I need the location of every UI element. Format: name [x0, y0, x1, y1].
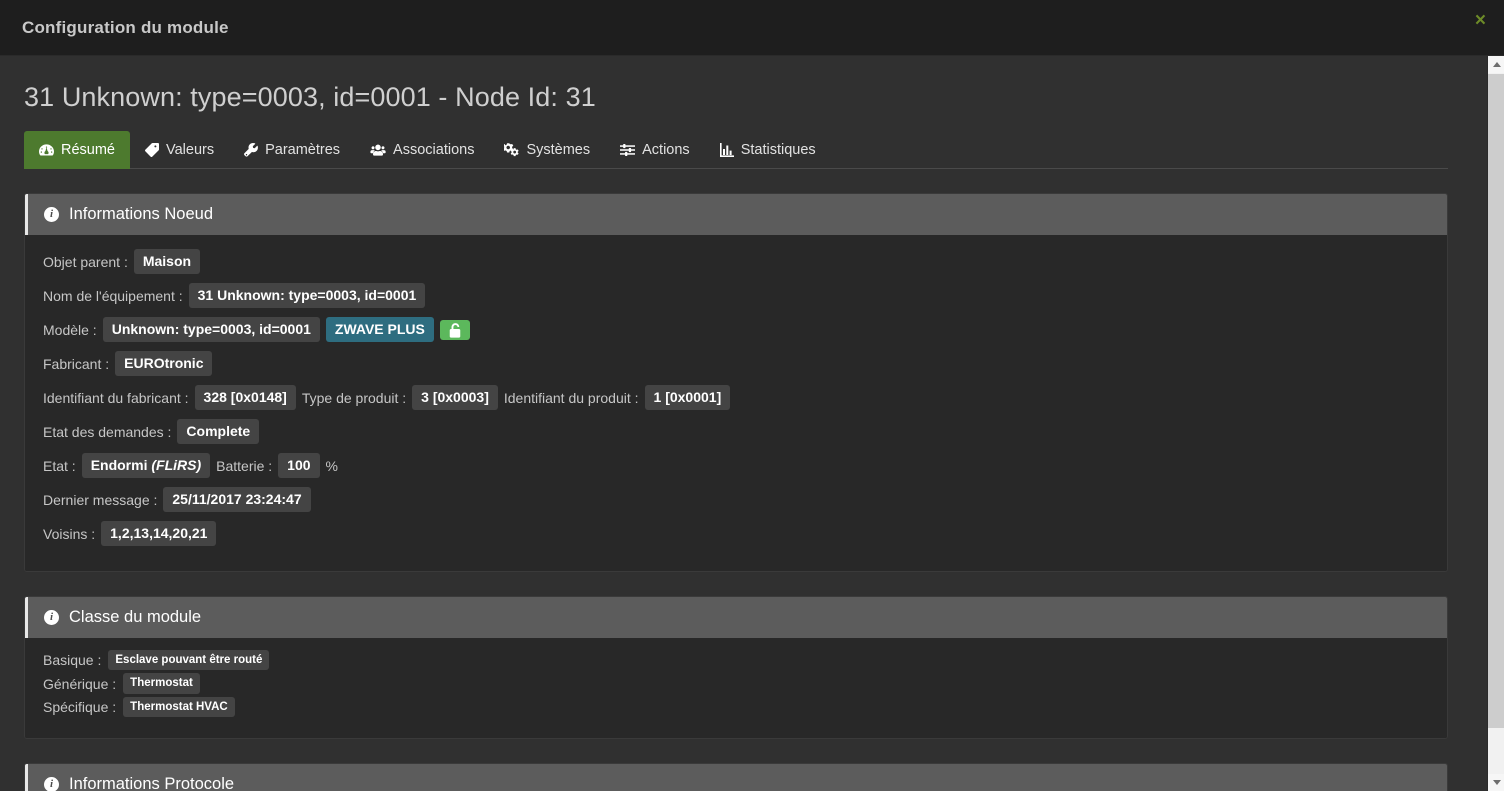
value-model: Unknown: type=0003, id=0001 [102, 316, 320, 343]
value-manufacturer: EUROtronic [115, 350, 213, 377]
row-class-specific: Spécifique : Thermostat HVAC [43, 696, 1429, 718]
label-product-id: Identifiant du produit : [503, 389, 639, 406]
tab-label: Valeurs [166, 142, 215, 158]
modal-title: Configuration du module [22, 17, 229, 37]
value-equipment-name: 31 Unknown: type=0003, id=0001 [188, 282, 426, 309]
value-battery: 100 [278, 452, 320, 479]
tab-label: Actions [642, 142, 690, 158]
row-neighbours: Voisins : 1,2,13,14,20,21 [43, 519, 1429, 548]
tab-statistiques[interactable]: Statistiques [705, 131, 831, 169]
label-product-type: Type de produit : [301, 389, 407, 406]
row-request-state: Etat des demandes : Complete [43, 417, 1429, 446]
value-state-mode: (FLiRS) [151, 456, 202, 473]
value-parent-object: Maison [133, 248, 201, 275]
page-title: 31 Unknown: type=0003, id=0001 - Node Id… [24, 82, 596, 112]
label-manufacturer-id: Identifiant du fabricant : [43, 389, 189, 406]
wrench-icon [244, 143, 258, 157]
panel-heading-label: Classe du module [69, 608, 202, 626]
tab-bar: Résumé Valeurs Paramètres Associations S… [24, 131, 1448, 169]
row-class-basic: Basique : Esclave pouvant être routé [43, 650, 1429, 671]
info-icon: i [44, 777, 59, 791]
label-state: Etat : [43, 457, 76, 474]
panel-body-module-class: Basique : Esclave pouvant être routé Gén… [25, 638, 1447, 739]
tab-label: Statistiques [740, 142, 816, 158]
info-icon: i [44, 610, 59, 625]
row-last-message: Dernier message : 25/11/2017 23:24:47 [43, 485, 1429, 514]
label-equipment-name: Nom de l'équipement : [43, 287, 183, 304]
panel-heading-label: Informations Protocole [69, 775, 235, 791]
label-manufacturer: Fabricant : [43, 355, 110, 372]
scroll-up-button[interactable] [1488, 56, 1504, 73]
tab-valeurs[interactable]: Valeurs [130, 131, 229, 169]
tab-resume[interactable]: Résumé [24, 131, 130, 169]
value-product-id: 1 [0x0001] [644, 384, 731, 411]
value-class-basic: Esclave pouvant être routé [108, 650, 270, 671]
row-class-generic: Générique : Thermostat [43, 673, 1429, 694]
tab-associations[interactable]: Associations [355, 131, 489, 169]
close-button[interactable]: × [1475, 11, 1486, 30]
bar-chart-icon [719, 143, 734, 157]
info-icon: i [44, 207, 59, 222]
value-neighbours: 1,2,13,14,20,21 [101, 520, 217, 547]
panel-module-class: i Classe du module Basique : Esclave pou… [24, 596, 1448, 740]
tab-parametres[interactable]: Paramètres [229, 131, 355, 169]
panel-heading-module-class: i Classe du module [25, 597, 1447, 638]
row-model: Modèle : Unknown: type=0003, id=0001 ZWA… [43, 315, 1429, 344]
value-last-message: 25/11/2017 23:24:47 [163, 486, 311, 513]
unlocked-padlock-icon [439, 319, 470, 340]
label-last-message: Dernier message : [43, 491, 158, 508]
tab-label: Associations [393, 142, 475, 158]
panel-heading-node-information: i Informations Noeud [25, 194, 1447, 235]
tab-systemes[interactable]: Systèmes [489, 131, 605, 169]
panel-heading-label: Informations Noeud [69, 205, 213, 223]
tab-label: Paramètres [265, 142, 341, 158]
panel-node-information: i Informations Noeud Objet parent : Mais… [24, 193, 1448, 572]
value-class-generic: Thermostat [123, 673, 200, 694]
tag-icon [145, 143, 159, 157]
users-icon [370, 143, 386, 157]
label-class-specific: Spécifique : [43, 698, 117, 715]
value-request-state: Complete [177, 418, 260, 445]
chevron-down-icon [1492, 780, 1501, 785]
dashboard-icon [39, 143, 54, 157]
scrollbar-thumb[interactable] [1488, 74, 1504, 728]
label-parent-object: Objet parent : [43, 253, 128, 270]
chevron-up-icon [1492, 62, 1501, 67]
tab-label: Systèmes [526, 142, 591, 158]
vertical-scrollbar[interactable] [1487, 56, 1504, 791]
label-class-generic: Générique : [43, 675, 117, 692]
battery-unit: % [325, 457, 338, 474]
row-parent-object: Objet parent : Maison [43, 247, 1429, 276]
scroll-down-button[interactable] [1488, 774, 1504, 791]
label-neighbours: Voisins : [43, 525, 96, 542]
sliders-icon [620, 143, 636, 157]
panel-protocol-information: i Informations Protocole Vitesse maximal… [24, 763, 1448, 791]
modal-header: Configuration du module × [0, 0, 1504, 56]
value-class-specific: Thermostat HVAC [123, 696, 235, 718]
row-manufacturer: Fabricant : EUROtronic [43, 349, 1429, 378]
modal-body: 31 Unknown: type=0003, id=0001 - Node Id… [0, 56, 1504, 791]
cogs-icon [504, 143, 520, 157]
value-state-text: Endormi [90, 456, 148, 473]
panel-body-node-information: Objet parent : Maison Nom de l'équipemen… [25, 235, 1447, 571]
label-request-state: Etat des demandes : [43, 423, 172, 440]
modal-content: 31 Unknown: type=0003, id=0001 - Node Id… [0, 56, 1504, 791]
tab-label: Résumé [61, 142, 115, 158]
value-manufacturer-id: 328 [0x0148] [194, 384, 296, 411]
module-configuration-modal: Configuration du module × 31 Unknown: ty… [0, 0, 1504, 791]
label-model: Modèle : [43, 321, 97, 338]
row-product-identifiers: Identifiant du fabricant : 328 [0x0148] … [43, 383, 1429, 412]
row-state-battery: Etat : Endormi (FLiRS) Batterie : 100 % [43, 451, 1429, 480]
value-product-type: 3 [0x0003] [412, 384, 498, 411]
label-battery: Batterie : [216, 457, 273, 474]
panel-heading-protocol-information: i Informations Protocole [25, 764, 1447, 791]
badge-zwave-plus: ZWAVE PLUS [325, 316, 434, 343]
label-class-basic: Basique : [43, 652, 102, 669]
row-equipment-name: Nom de l'équipement : 31 Unknown: type=0… [43, 281, 1429, 310]
tab-actions[interactable]: Actions [605, 131, 705, 169]
value-state: Endormi (FLiRS) [81, 452, 211, 479]
